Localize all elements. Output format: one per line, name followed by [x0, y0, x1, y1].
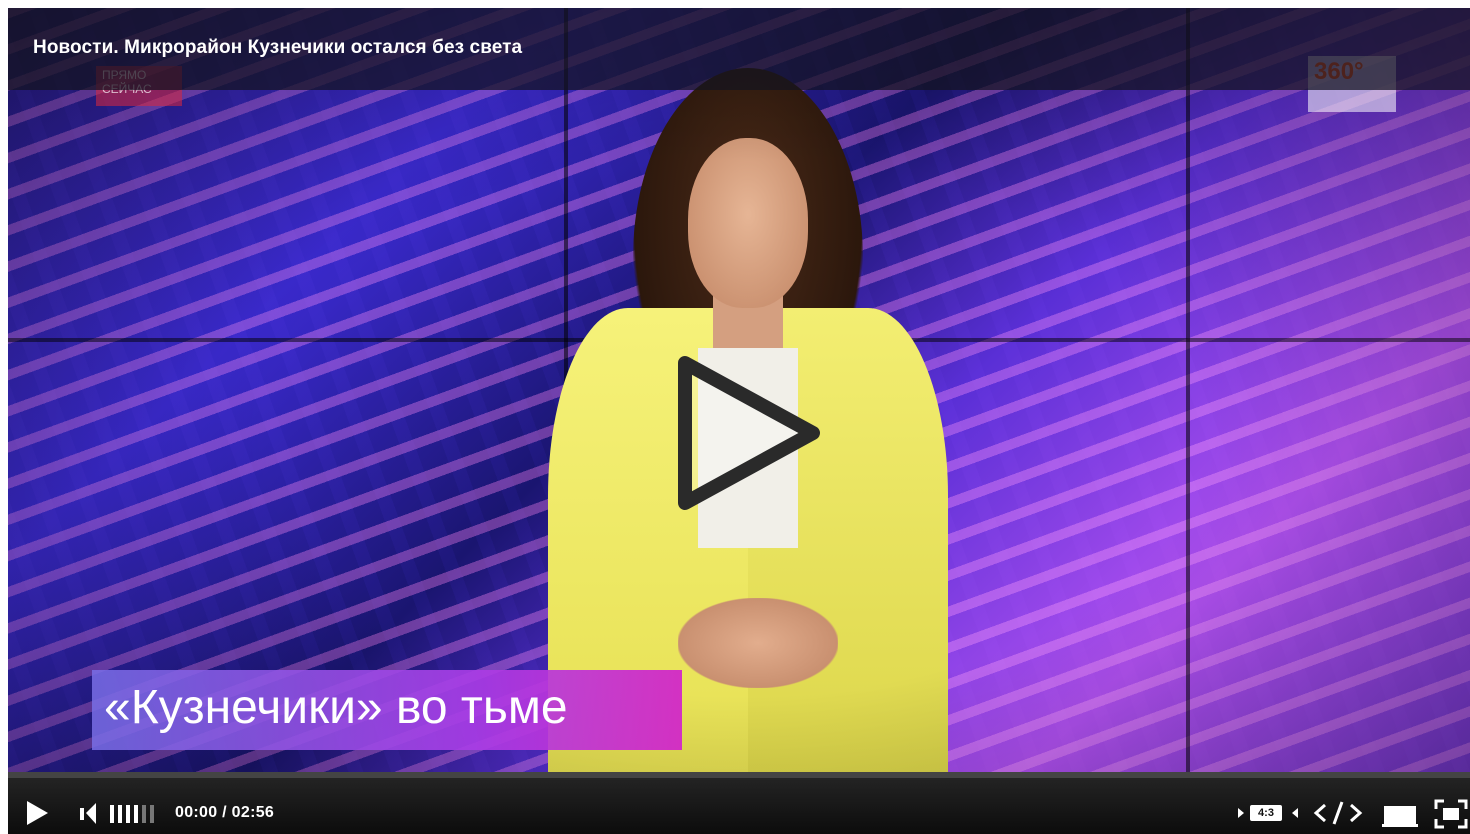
volume-slider[interactable] — [108, 802, 158, 826]
play-button[interactable] — [22, 798, 52, 828]
current-time: 00:00 — [175, 804, 218, 821]
aspect-ratio-label: 4:3 — [1250, 805, 1282, 821]
duration: 02:56 — [231, 804, 275, 821]
video-player[interactable]: ПРЯМО СЕЙЧАС 360° Новости. Микрорайон Ку… — [8, 8, 1470, 834]
lower-third-caption: «Кузнечики» во тьме — [92, 670, 682, 750]
aspect-ratio-button[interactable]: 4:3 — [1236, 800, 1300, 826]
volume-button[interactable] — [78, 798, 108, 828]
big-play-icon — [678, 356, 820, 510]
time-display: 00:00 / 02:56 — [175, 804, 274, 822]
play-icon — [27, 801, 48, 825]
mini-player-icon — [1382, 806, 1418, 827]
fullscreen-button[interactable] — [1434, 799, 1468, 829]
fullscreen-icon — [1434, 799, 1468, 829]
embed-code-icon — [1313, 801, 1363, 825]
time-separator: / — [222, 804, 227, 821]
progress-bar[interactable] — [8, 772, 1470, 778]
mini-player-button[interactable] — [1380, 800, 1420, 828]
big-play-button[interactable] — [663, 348, 833, 518]
video-title-bar: Новости. Микрорайон Кузнечики остался бе… — [8, 8, 1470, 90]
video-frame[interactable]: ПРЯМО СЕЙЧАС 360° Новости. Микрорайон Ку… — [8, 8, 1470, 772]
control-bar: 00:00 / 02:56 4:3 — [8, 772, 1470, 834]
volume-level-bars — [110, 805, 154, 823]
volume-icon — [80, 803, 96, 824]
video-title[interactable]: Новости. Микрорайон Кузнечики остался бе… — [33, 37, 522, 59]
caption-text: «Кузнечики» во тьме — [104, 681, 568, 734]
embed-button[interactable] — [1313, 798, 1363, 828]
